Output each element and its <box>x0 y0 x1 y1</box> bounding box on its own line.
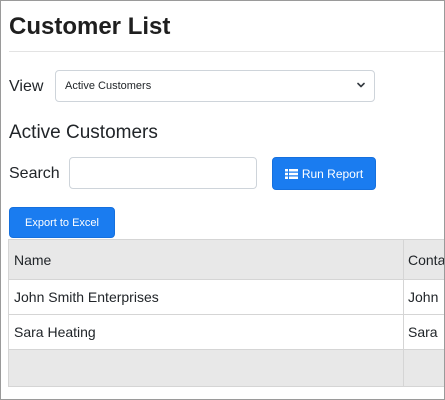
app-window: Customer List View Active Customers Acti… <box>0 0 445 400</box>
table-header-row: Name Conta <box>8 239 444 279</box>
customer-table: Name Conta John Smith Enterprises John S… <box>8 239 444 387</box>
table-footer-row <box>8 349 444 387</box>
cell-contact: John <box>408 289 439 305</box>
run-report-label: Run Report <box>301 166 364 181</box>
page-title: Customer List <box>9 13 171 40</box>
column-header-name[interactable]: Name <box>8 240 404 279</box>
export-to-excel-button[interactable]: Export to Excel <box>9 207 115 238</box>
view-select[interactable]: Active Customers <box>55 70 375 102</box>
table-row[interactable]: Sara Heating Sara <box>8 314 444 349</box>
title-divider <box>9 51 444 52</box>
table-row[interactable]: John Smith Enterprises John <box>8 279 444 314</box>
run-report-button[interactable]: Run Report <box>272 157 376 190</box>
export-to-excel-label: Export to Excel <box>25 216 99 229</box>
cell-name: John Smith Enterprises <box>8 280 404 314</box>
view-label: View <box>9 78 44 95</box>
view-select-value: Active Customers <box>65 80 152 92</box>
column-header-contact[interactable]: Conta <box>404 240 444 279</box>
grid-icon <box>284 168 298 179</box>
chevron-down-icon <box>357 82 365 88</box>
footer-cell-contact <box>404 350 444 386</box>
search-input[interactable] <box>69 157 257 189</box>
cell-contact: Sara <box>408 324 438 340</box>
footer-cell-name <box>8 350 404 386</box>
section-title: Active Customers <box>9 122 158 143</box>
search-label: Search <box>9 165 60 182</box>
cell-name: Sara Heating <box>8 315 404 349</box>
